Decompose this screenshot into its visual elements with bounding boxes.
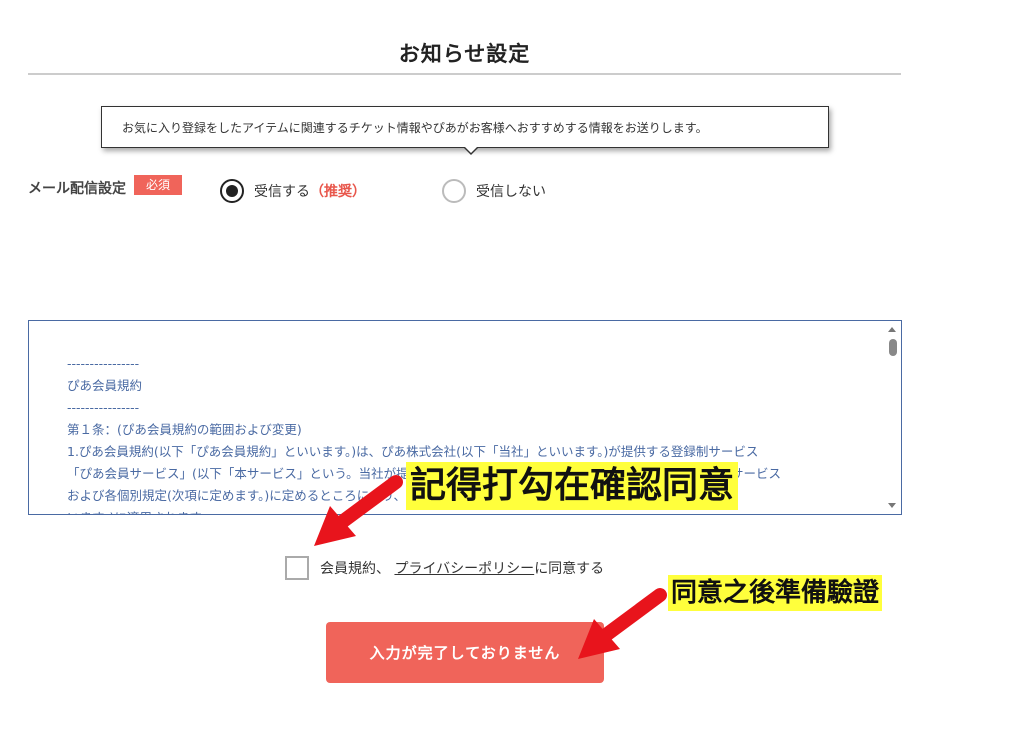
- info-tooltip: お気に入り登録をしたアイテムに関連するチケット情報やぴあがお客様へおすすめする情…: [101, 106, 829, 148]
- radio-not-receive-label[interactable]: 受信しない: [476, 181, 546, 201]
- annotation-check-reminder: 記得打勾在確認同意: [406, 462, 739, 510]
- mail-setting-label: メール配信設定: [28, 181, 126, 197]
- submit-button[interactable]: 入力が完了しておりません: [326, 622, 604, 683]
- red-arrow-icon: [314, 475, 403, 546]
- privacy-policy-link[interactable]: プライバシーポリシー: [394, 561, 534, 577]
- annotation-after-agree: 同意之後準備驗證: [668, 575, 883, 611]
- agree-label: 会員規約、 プライバシーポリシーに同意する: [320, 561, 605, 577]
- scroll-down-icon[interactable]: [888, 503, 896, 508]
- terms-scrollbar[interactable]: [883, 321, 901, 514]
- scroll-up-icon[interactable]: [888, 327, 896, 332]
- recommended-note: （推奨）: [310, 184, 366, 200]
- terms-line: ----------------: [67, 356, 140, 371]
- tooltip-pointer-fill: [464, 146, 478, 153]
- terms-line: 第１条：(ぴあ会員規約の範囲および変更): [67, 422, 302, 437]
- radio-receive[interactable]: [220, 179, 244, 203]
- terms-line: ぴあ会員規約: [67, 378, 143, 393]
- radio-not-receive[interactable]: [442, 179, 466, 203]
- scroll-thumb[interactable]: [889, 339, 897, 356]
- agree-checkbox[interactable]: [285, 556, 309, 580]
- red-arrow-icon: [578, 588, 667, 659]
- terms-line: ----------------: [67, 400, 140, 415]
- required-badge: 必須: [134, 175, 182, 195]
- radio-receive-label[interactable]: 受信する（推奨）: [254, 181, 366, 201]
- page-title: お知らせ設定: [398, 42, 531, 66]
- title-divider: [28, 73, 901, 75]
- terms-line: 1.ぴあ会員規約(以下「ぴあ会員規約」といいます。)は、ぴあ株式会社(以下「当社…: [67, 444, 759, 459]
